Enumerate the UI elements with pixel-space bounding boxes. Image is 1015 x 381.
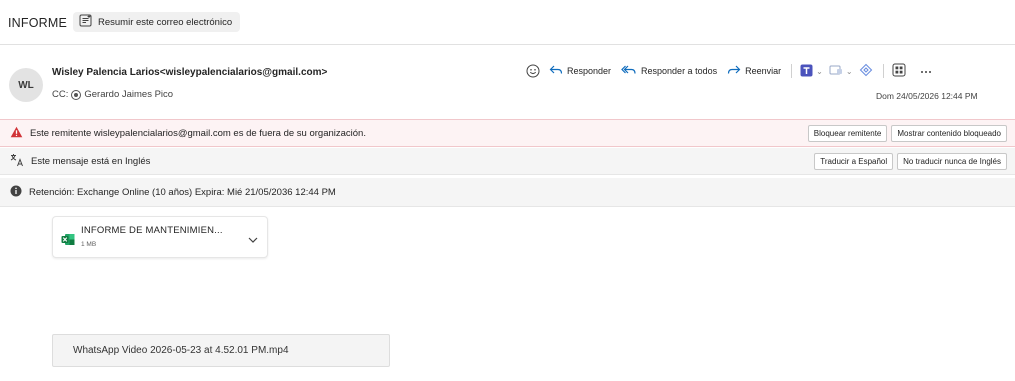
message-actions: Responder Responder a todos Reenviar ⌄ ⌄	[526, 62, 938, 80]
summarize-label: Resumir este correo electrónico	[98, 16, 233, 28]
info-icon	[10, 185, 22, 200]
show-blocked-content-button[interactable]: Mostrar contenido bloqueado	[891, 124, 1007, 142]
presence-icon	[71, 89, 82, 100]
reply-all-icon	[621, 64, 637, 78]
teams-icon	[800, 64, 813, 79]
cc-line: CC: Gerardo Jaimes Pico	[52, 89, 173, 100]
teams-share-button[interactable]: ⌄	[800, 64, 823, 79]
more-options-button[interactable]	[920, 66, 932, 76]
grid-view-icon	[892, 63, 906, 79]
summarize-button[interactable]: Resumir este correo electrónico	[73, 12, 241, 32]
header-divider	[0, 44, 1015, 45]
cc-prefix: CC:	[52, 89, 69, 100]
cc-recipient[interactable]: Gerardo Jaimes Pico	[84, 89, 173, 100]
external-sender-warning: Este remitente wisleypalencialarios@gmai…	[0, 119, 1015, 147]
video-filename: WhatsApp Video 2026-05-23 at 4.52.01 PM.…	[73, 345, 289, 356]
reply-all-button[interactable]: Responder a todos	[621, 64, 717, 78]
reply-button[interactable]: Responder	[549, 64, 611, 78]
message-subject-bar: INFORME Resumir este correo electrónico	[0, 0, 1015, 44]
more-icon	[920, 66, 932, 76]
actions-separator	[791, 64, 793, 78]
message-date: Dom 24/05/2026 12:44 PM	[876, 91, 978, 101]
message-subject: INFORME	[8, 16, 68, 30]
block-sender-button[interactable]: Bloquear remitente	[807, 124, 888, 142]
attachment-card[interactable]: INFORME DE MANTENIMIEN... 1 MB	[52, 216, 268, 258]
loop-icon	[859, 63, 873, 79]
language-text: Este mensaje está en Inglés	[31, 155, 151, 167]
immersive-reader-button[interactable]	[892, 63, 906, 79]
chevron-down-icon: ⌄	[845, 66, 853, 76]
sender-from-line[interactable]: Wisley Palencia Larios<wisleypalencialar…	[52, 67, 327, 78]
attachment-size: 1 MB	[81, 241, 97, 248]
apps-icon	[829, 64, 843, 78]
actions-separator	[882, 64, 884, 78]
retention-text: Retención: Exchange Online (10 años) Exp…	[29, 186, 336, 198]
retention-bar: Retención: Exchange Online (10 años) Exp…	[0, 178, 1015, 207]
reply-label: Responder	[567, 66, 612, 76]
chevron-down-icon: ⌄	[816, 66, 823, 76]
emoji-reaction-icon[interactable]	[526, 64, 540, 78]
chevron-down-icon[interactable]	[247, 231, 259, 249]
forward-label: Reenviar	[745, 66, 782, 76]
video-attachment[interactable]: WhatsApp Video 2026-05-23 at 4.52.01 PM.…	[52, 334, 390, 367]
reply-icon	[549, 64, 563, 78]
translation-bar: Este mensaje está en Inglés Traducir a E…	[0, 148, 1015, 175]
warning-text: Este remitente wisleypalencialarios@gmai…	[30, 127, 366, 139]
loop-button[interactable]	[859, 63, 873, 79]
forward-button[interactable]: Reenviar	[727, 64, 781, 78]
excel-file-icon	[61, 233, 75, 251]
translate-button[interactable]: Traducir a Español	[814, 152, 894, 170]
reply-all-label: Responder a todos	[641, 66, 718, 76]
never-translate-button[interactable]: No traducir nunca de Inglés	[897, 152, 1007, 170]
warning-icon	[10, 126, 23, 141]
attachment-name: INFORME DE MANTENIMIEN...	[81, 225, 223, 236]
sender-avatar[interactable]: WL	[9, 68, 43, 102]
translate-icon	[10, 153, 24, 170]
apps-menu-button[interactable]: ⌄	[829, 64, 853, 78]
summarize-icon	[79, 14, 92, 30]
forward-icon	[727, 64, 741, 78]
